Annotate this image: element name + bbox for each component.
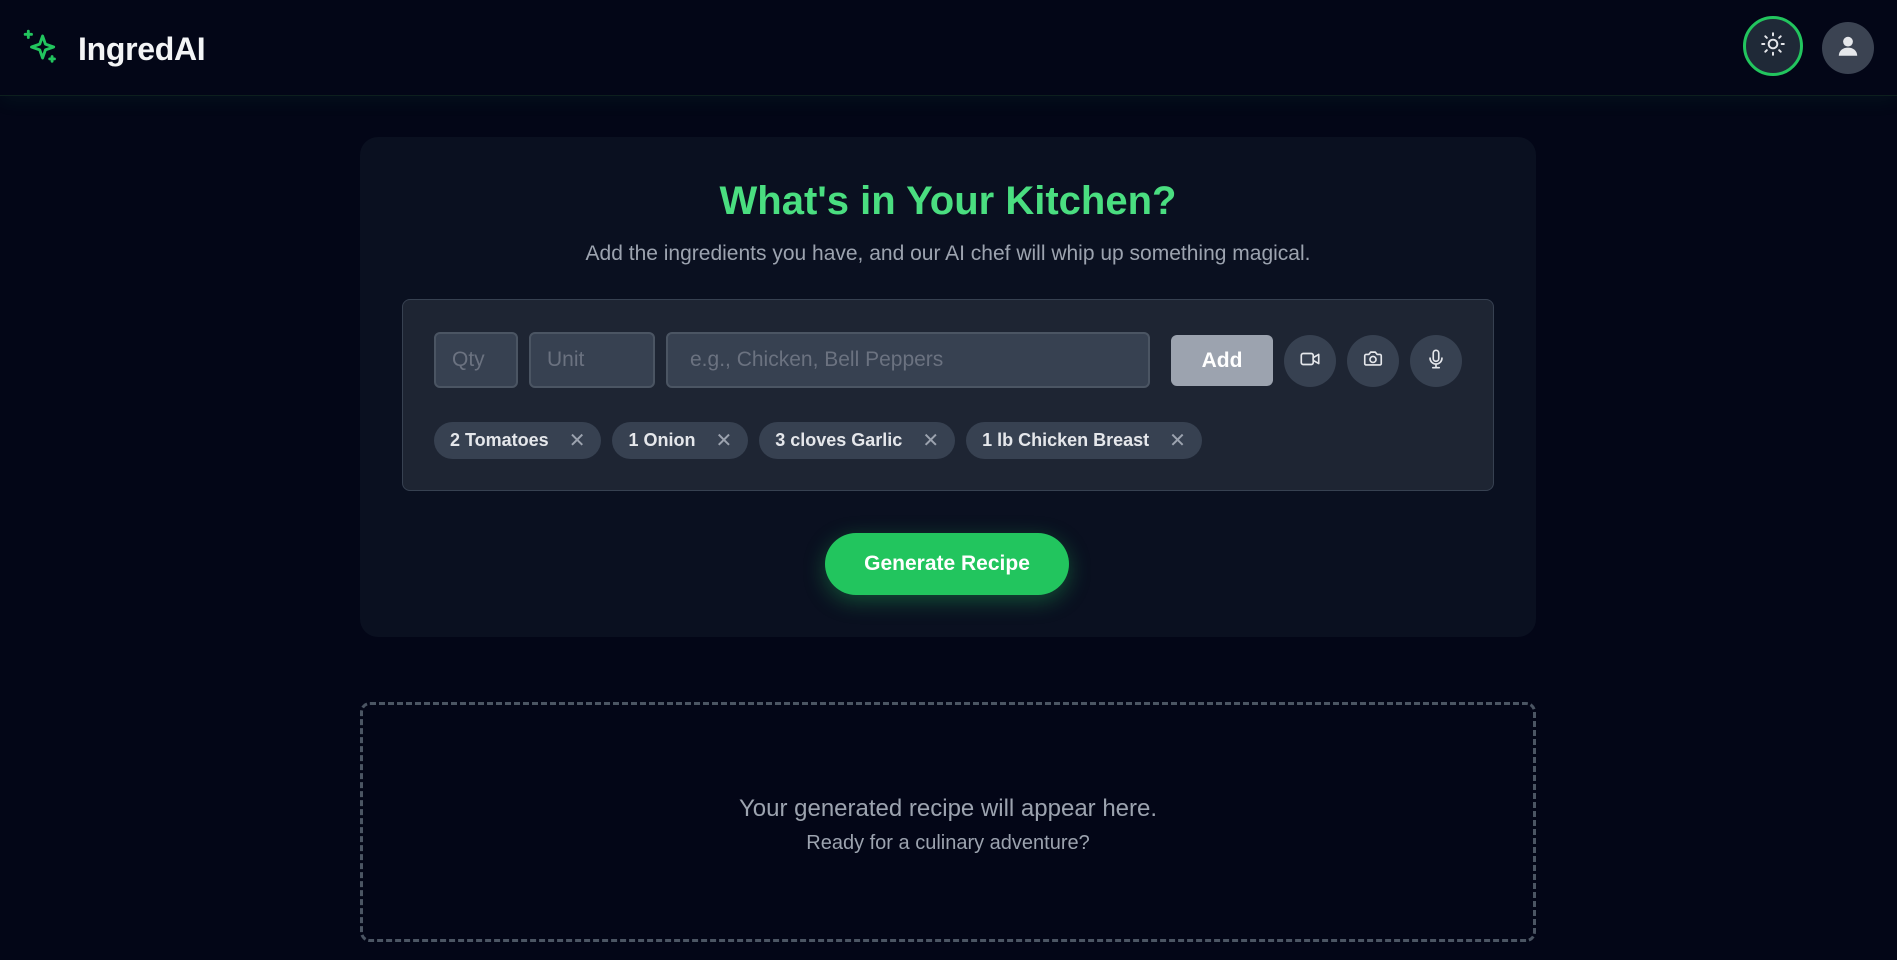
recipe-placeholder-submessage: Ready for a culinary adventure? (806, 832, 1090, 854)
ingredient-chip-label: 1 lb Chicken Breast (982, 430, 1150, 450)
camera-input-button[interactable] (1347, 335, 1399, 387)
user-icon (1835, 33, 1861, 64)
top-header: IngredAI (0, 0, 1897, 96)
ingredient-chip: 1 lb Chicken Breast ✕ (966, 422, 1202, 459)
sparkles-icon (22, 28, 60, 71)
profile-button[interactable] (1822, 22, 1874, 74)
recipe-output-area: Your generated recipe will appear here. … (360, 702, 1536, 942)
ingredient-chip-list: 2 Tomatoes ✕ 1 Onion ✕ 3 cloves Garlic ✕… (434, 422, 1213, 459)
sun-icon (1760, 31, 1786, 62)
ingredient-input-panel: Add (402, 299, 1494, 491)
voice-input-button[interactable] (1410, 335, 1462, 387)
ingredient-chip: 3 cloves Garlic ✕ (759, 422, 956, 459)
ingredient-chip-label: 2 Tomatoes (450, 430, 549, 450)
remove-icon[interactable]: ✕ (922, 431, 939, 451)
ingredient-chip: 1 Onion ✕ (612, 422, 749, 459)
ingredient-chip-label: 3 cloves Garlic (775, 430, 903, 450)
page-subtitle: Add the ingredients you have, and our AI… (585, 242, 1311, 265)
page-title: What's in Your Kitchen? (719, 179, 1177, 223)
video-input-button[interactable] (1284, 335, 1336, 387)
theme-toggle-button[interactable] (1743, 16, 1803, 76)
app-name: IngredAI (78, 31, 206, 67)
microphone-icon (1425, 348, 1447, 375)
remove-icon[interactable]: ✕ (1169, 431, 1186, 451)
add-button[interactable]: Add (1171, 335, 1273, 386)
ingredient-name-input[interactable] (666, 332, 1150, 388)
ingredient-card: What's in Your Kitchen? Add the ingredie… (360, 137, 1536, 637)
recipe-placeholder-message: Your generated recipe will appear here. (738, 795, 1158, 822)
ingredient-chip: 2 Tomatoes ✕ (434, 422, 602, 459)
brand[interactable]: IngredAI (22, 28, 206, 71)
ingredient-chip-label: 1 Onion (628, 430, 696, 450)
camera-icon (1362, 348, 1384, 375)
remove-icon[interactable]: ✕ (569, 431, 586, 451)
generate-recipe-button[interactable]: Generate Recipe (825, 533, 1069, 595)
qty-input[interactable] (434, 332, 518, 388)
video-icon (1299, 348, 1321, 375)
unit-input[interactable] (529, 332, 655, 388)
remove-icon[interactable]: ✕ (715, 431, 732, 451)
